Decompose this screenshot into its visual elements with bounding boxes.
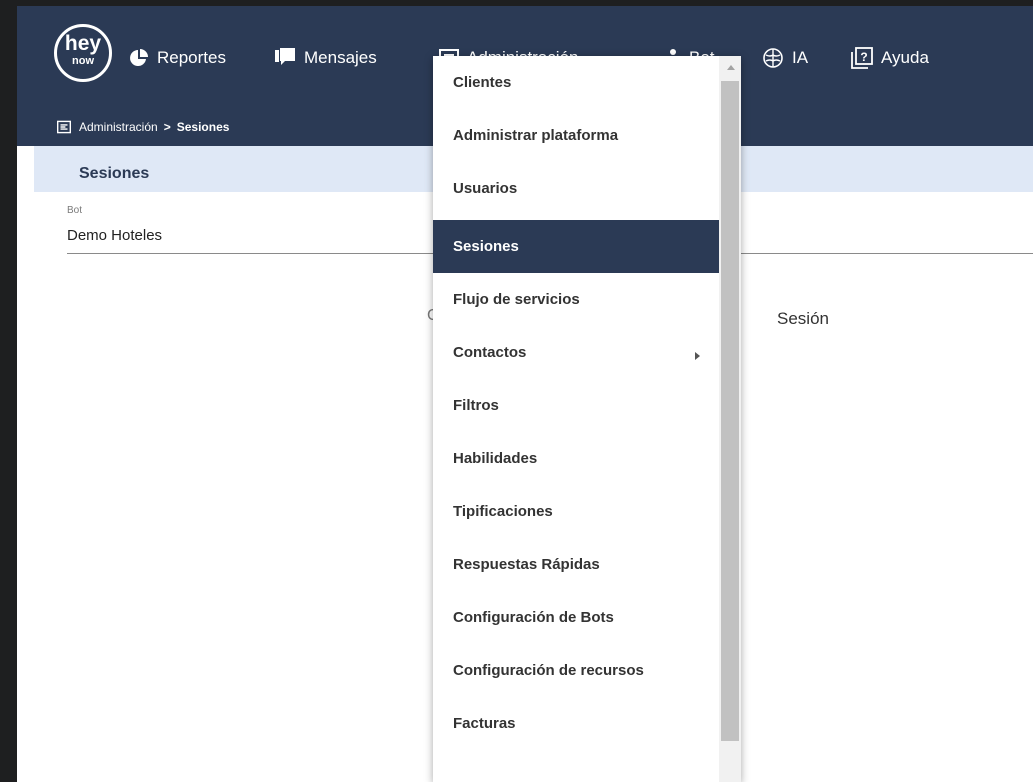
nav-label: Reportes xyxy=(157,48,226,67)
menu-item-sesiones[interactable]: Sesiones xyxy=(433,220,719,273)
page-title: Sesiones xyxy=(79,165,150,182)
pie-chart-icon xyxy=(130,49,148,66)
menu-item-filtros[interactable]: Filtros xyxy=(433,379,719,432)
heynow-logo[interactable]: hey now xyxy=(54,24,112,82)
menu-item-label: Sesiones xyxy=(453,238,519,255)
logo-text-hey: hey xyxy=(64,32,102,55)
menu-item-tipificaciones[interactable]: Tipificaciones xyxy=(433,485,719,538)
help-icon: ? xyxy=(851,47,873,69)
menu-item-label: Usuarios xyxy=(453,180,518,197)
menu-item-label: Configuración de Bots xyxy=(453,609,614,626)
menu-item-habilidades[interactable]: Habilidades xyxy=(433,432,719,485)
menu-item-label: Configuración de recursos xyxy=(453,662,644,679)
breadcrumb-separator: > xyxy=(163,120,171,134)
menu-item-label: Flujo de servicios xyxy=(453,291,580,308)
menu-item-usuarios[interactable]: Usuarios xyxy=(433,162,719,215)
menu-item-label: Administrar plataforma xyxy=(453,127,619,144)
logo-text-now: now xyxy=(72,55,94,67)
menu-item-configuracion-de-recursos[interactable]: Configuración de recursos xyxy=(433,644,719,697)
nav-label: Mensajes xyxy=(304,48,377,67)
menu-item-label: Clientes xyxy=(453,74,512,91)
nav-mensajes[interactable]: Mensajes xyxy=(274,46,377,70)
menu-item-respuestas-rapidas[interactable]: Respuestas Rápidas xyxy=(433,538,719,591)
nav-ia[interactable]: IA xyxy=(762,46,808,70)
menu-item-flujo-de-servicios[interactable]: Flujo de servicios xyxy=(433,273,719,326)
nav-label: Ayuda xyxy=(881,48,929,67)
administracion-dropdown-menu: Clientes Administrar plataforma Usuarios… xyxy=(433,56,741,782)
chat-icon xyxy=(275,48,295,65)
menu-item-facturas[interactable]: Facturas xyxy=(433,697,719,750)
bot-select[interactable]: Demo Hoteles xyxy=(67,227,162,244)
submenu-arrow-icon xyxy=(695,352,700,360)
breadcrumb: Administración > Sesiones xyxy=(57,120,229,134)
menu-item-configuracion-de-bots[interactable]: Configuración de Bots xyxy=(433,591,719,644)
nav-ayuda[interactable]: ? Ayuda xyxy=(851,46,929,70)
menu-item-label: Habilidades xyxy=(453,450,538,467)
menu-item-label: Tipificaciones xyxy=(453,503,553,520)
bot-field-label: Bot xyxy=(67,205,83,216)
table-header-sesion[interactable]: Sesión xyxy=(777,309,829,329)
menu-item-clientes[interactable]: Clientes xyxy=(433,56,719,109)
nav-label: IA xyxy=(792,48,809,67)
scroll-up-arrow-icon[interactable] xyxy=(727,65,735,70)
menu-item-label: Contactos xyxy=(453,344,527,361)
menu-item-administrar-plataforma[interactable]: Administrar plataforma xyxy=(433,109,719,162)
menu-item-label: Respuestas Rápidas xyxy=(453,556,600,573)
admin-list-icon xyxy=(57,120,71,134)
app-window: hey now Reportes Mensajes Administración xyxy=(17,6,1033,782)
menu-item-contactos[interactable]: Contactos xyxy=(433,326,719,379)
menu-scrollbar-thumb[interactable] xyxy=(721,81,739,741)
breadcrumb-parent[interactable]: Administración xyxy=(79,120,158,134)
svg-text:?: ? xyxy=(860,50,867,64)
nav-reportes[interactable]: Reportes xyxy=(129,46,226,70)
breadcrumb-current: Sesiones xyxy=(176,120,230,134)
brain-icon xyxy=(763,48,783,68)
menu-item-label: Filtros xyxy=(453,397,499,414)
menu-item-label: Facturas xyxy=(453,715,516,732)
